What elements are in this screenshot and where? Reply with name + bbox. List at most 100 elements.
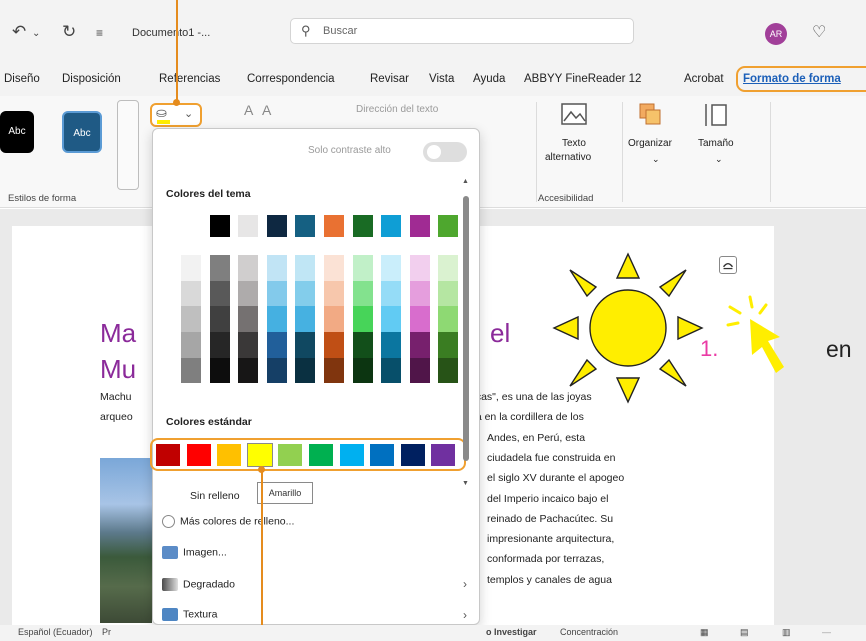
- size-label[interactable]: Tamaño: [698, 138, 734, 149]
- color-swatch[interactable]: [352, 215, 373, 237]
- high-contrast-toggle[interactable]: [423, 142, 467, 162]
- machu-picchu-photo[interactable]: [100, 458, 152, 623]
- color-swatch[interactable]: [266, 357, 287, 384]
- color-swatch[interactable]: [409, 215, 430, 237]
- color-swatch[interactable]: [381, 255, 402, 281]
- color-swatch[interactable]: [209, 255, 230, 281]
- color-swatch[interactable]: [324, 215, 344, 237]
- color-swatch[interactable]: [238, 280, 259, 307]
- color-swatch[interactable]: [181, 357, 201, 384]
- color-swatch[interactable]: [266, 215, 287, 237]
- search-box[interactable]: ⚲ Buscar: [290, 18, 634, 44]
- tab-correspondencia[interactable]: Correspondencia: [247, 73, 335, 85]
- layout-options-icon[interactable]: [719, 256, 737, 274]
- text-outline-icon[interactable]: A: [262, 102, 271, 118]
- alt-text-label-1[interactable]: Texto: [562, 138, 586, 149]
- alt-text-label-2[interactable]: alternativo: [545, 152, 591, 163]
- focus-mode-button[interactable]: Concentración: [560, 627, 618, 637]
- gradient-fill-option[interactable]: Degradado: [162, 578, 235, 591]
- color-swatch[interactable]: [381, 332, 402, 358]
- lightbulb-icon[interactable]: ♡: [812, 22, 826, 42]
- color-swatch[interactable]: [238, 332, 259, 358]
- no-fill-option[interactable]: Sin relleno: [190, 490, 240, 502]
- color-swatch[interactable]: [181, 306, 201, 333]
- print-layout-icon[interactable]: ▤: [740, 627, 749, 638]
- color-swatch[interactable]: [438, 215, 459, 237]
- color-swatch[interactable]: [438, 255, 459, 281]
- tab-diseno[interactable]: Diseño: [4, 73, 40, 85]
- color-swatch[interactable]: [181, 332, 201, 358]
- color-swatch[interactable]: [409, 280, 430, 307]
- tab-ayuda[interactable]: Ayuda: [473, 73, 505, 85]
- scrollbar-thumb[interactable]: [463, 196, 469, 461]
- color-swatch[interactable]: [181, 255, 201, 281]
- web-layout-icon[interactable]: ▥: [782, 627, 791, 638]
- color-swatch[interactable]: [409, 255, 430, 281]
- redo-icon[interactable]: ↻: [62, 22, 76, 42]
- tab-acrobat[interactable]: Acrobat: [684, 73, 724, 85]
- color-swatch[interactable]: [209, 306, 230, 333]
- color-swatch[interactable]: [266, 306, 287, 333]
- color-swatch[interactable]: [381, 357, 402, 384]
- color-swatch[interactable]: [238, 357, 259, 384]
- language-status[interactable]: Español (Ecuador): [18, 627, 93, 637]
- read-mode-icon[interactable]: ▦: [700, 627, 709, 638]
- color-swatch[interactable]: [438, 357, 459, 384]
- zoom-slider[interactable]: —: [822, 627, 831, 637]
- text-fill-icon[interactable]: A: [244, 102, 253, 118]
- color-swatch[interactable]: [409, 332, 430, 358]
- avatar[interactable]: AR: [765, 23, 787, 45]
- color-swatch[interactable]: [295, 332, 316, 358]
- color-swatch[interactable]: [266, 255, 287, 281]
- more-fill-colors-option[interactable]: Más colores de relleno...: [162, 515, 294, 528]
- color-swatch[interactable]: [266, 332, 287, 358]
- color-swatch[interactable]: [324, 280, 344, 307]
- color-swatch[interactable]: [381, 306, 402, 333]
- tab-vista[interactable]: Vista: [429, 73, 454, 85]
- color-swatch[interactable]: [438, 306, 459, 333]
- color-swatch[interactable]: [352, 357, 373, 384]
- sun-shape[interactable]: [548, 248, 708, 413]
- color-swatch[interactable]: [295, 280, 316, 307]
- color-swatch[interactable]: [381, 280, 402, 307]
- color-swatch[interactable]: [295, 255, 316, 281]
- color-swatch[interactable]: [381, 215, 402, 237]
- color-swatch[interactable]: [209, 357, 230, 384]
- shape-style-black[interactable]: Abc: [0, 111, 34, 153]
- texture-fill-option[interactable]: Textura: [162, 608, 217, 621]
- image-fill-option[interactable]: Imagen...: [162, 546, 227, 559]
- text-direction-button[interactable]: Dirección del texto: [356, 104, 438, 115]
- color-swatch[interactable]: [238, 215, 259, 237]
- scroll-up-icon[interactable]: ▲: [462, 178, 469, 185]
- organize-label[interactable]: Organizar: [628, 138, 672, 149]
- color-swatch[interactable]: [324, 357, 344, 384]
- color-swatch[interactable]: [438, 332, 459, 358]
- color-swatch[interactable]: [181, 280, 201, 307]
- color-swatch[interactable]: [295, 357, 316, 384]
- color-swatch[interactable]: [181, 215, 201, 237]
- color-swatch[interactable]: [352, 280, 373, 307]
- color-swatch[interactable]: [209, 215, 230, 237]
- color-swatch[interactable]: [409, 306, 430, 333]
- color-swatch[interactable]: [238, 306, 259, 333]
- color-swatch[interactable]: [209, 332, 230, 358]
- customize-toolbar-icon[interactable]: ≡: [96, 26, 103, 40]
- shape-fill-button[interactable]: ⛀ ⌄: [150, 103, 202, 127]
- color-swatch[interactable]: [324, 255, 344, 281]
- tab-abbyy[interactable]: ABBYY FineReader 12: [524, 73, 641, 85]
- color-swatch[interactable]: [438, 280, 459, 307]
- research-status[interactable]: o Investigar: [486, 627, 537, 637]
- tab-revisar[interactable]: Revisar: [370, 73, 409, 85]
- color-swatch[interactable]: [324, 332, 344, 358]
- styles-gallery-scroll[interactable]: [117, 100, 139, 190]
- color-swatch[interactable]: [352, 255, 373, 281]
- color-swatch[interactable]: [295, 215, 316, 237]
- size-chevron-icon[interactable]: ⌄: [715, 154, 723, 165]
- scroll-down-icon[interactable]: ▼: [462, 480, 469, 487]
- color-swatch[interactable]: [209, 280, 230, 307]
- color-swatch[interactable]: [352, 332, 373, 358]
- color-swatch[interactable]: [324, 306, 344, 333]
- dropdown-scrollbar[interactable]: ▲ ▼: [462, 178, 470, 488]
- tab-disposicion[interactable]: Disposición: [62, 73, 121, 85]
- tab-referencias[interactable]: Referencias: [159, 73, 220, 85]
